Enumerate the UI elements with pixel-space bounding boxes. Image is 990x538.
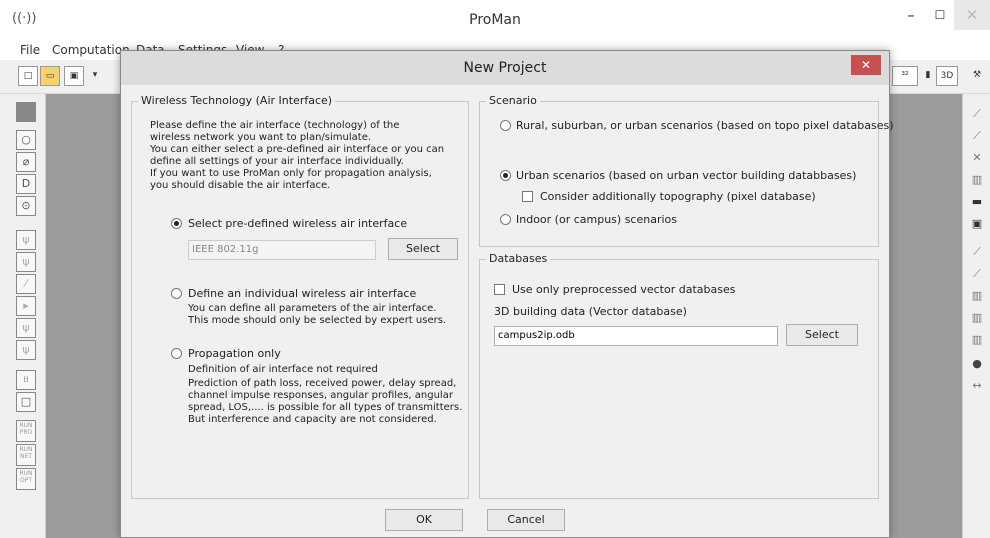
scenario-title: Scenario: [486, 94, 540, 107]
air-interface-field[interactable]: IEEE 802.11g: [188, 240, 376, 260]
building-data-label: 3D building data (Vector database): [494, 305, 687, 318]
menu-file[interactable]: File: [20, 43, 40, 57]
transmitter-delete-icon[interactable]: ψ: [16, 318, 36, 338]
wrench-icon[interactable]: ⚒: [968, 66, 986, 86]
dialog-close-button[interactable]: ✕: [851, 55, 881, 75]
intro-line-1: Please define the air interface (technol…: [150, 120, 400, 131]
select-tool-icon[interactable]: [16, 102, 36, 122]
bars-icon[interactable]: ▥: [967, 330, 987, 350]
propagation-desc-2: Prediction of path loss, received power,…: [188, 378, 457, 389]
transmitter-group-icon[interactable]: ψ: [16, 340, 36, 360]
propagation-radio[interactable]: [171, 348, 182, 359]
import-icon[interactable]: ▣: [64, 66, 84, 86]
menu-computation[interactable]: Computation: [52, 43, 130, 57]
preprocessed-label: Use only preprocessed vector databases: [512, 283, 736, 296]
run-net-button[interactable]: RUN NET: [16, 444, 36, 466]
layers-icon[interactable]: ³²: [892, 66, 918, 86]
scatter-chart-icon[interactable]: ⟋: [967, 264, 987, 284]
cross-chart-icon[interactable]: ✕: [967, 148, 987, 168]
intro-line-4: define all settings of your air interfac…: [150, 156, 404, 167]
app-titlebar: ((·)) ProMan – ☐ ✕: [0, 0, 990, 40]
minimize-button[interactable]: –: [896, 0, 926, 30]
close-button[interactable]: ✕: [954, 0, 990, 30]
maximize-button[interactable]: ☐: [926, 0, 954, 30]
topography-checkbox[interactable]: [522, 191, 533, 202]
propagation-desc-4: spread, LOS,.... is possible for all typ…: [188, 402, 463, 413]
dialog-title: New Project: [463, 60, 547, 76]
bar-chart-icon[interactable]: ▥: [967, 170, 987, 190]
transmitter-edit-icon[interactable]: ⁄: [16, 274, 36, 294]
urban-label: Urban scenarios (based on urban vector b…: [516, 169, 857, 182]
propagation-label: Propagation only: [188, 347, 281, 360]
transmitter-move-icon[interactable]: ▸: [16, 296, 36, 316]
transmitter-add-icon[interactable]: ψ: [16, 252, 36, 272]
run-opt-button[interactable]: RUN OPT: [16, 468, 36, 490]
preprocessed-checkbox[interactable]: [494, 284, 505, 295]
topography-label: Consider additionally topography (pixel …: [540, 190, 816, 203]
intro-line-5: If you want to use ProMan only for propa…: [150, 168, 432, 179]
building-database-field[interactable]: campus2ip.odb: [494, 326, 778, 346]
databases-group: Databases Use only preprocessed vector d…: [479, 252, 879, 499]
run-pro-button[interactable]: RUN PRO: [16, 420, 36, 442]
predefined-label: Select pre-defined wireless air interfac…: [188, 217, 408, 230]
indoor-label: Indoor (or campus) scenarios: [516, 213, 677, 226]
grid-points-icon[interactable]: ⁞⁞: [16, 370, 36, 390]
ok-button[interactable]: OK: [385, 509, 463, 531]
dialog-titlebar: New Project ✕: [121, 51, 889, 85]
databases-title: Databases: [486, 252, 551, 265]
image-icon[interactable]: ▣: [967, 214, 987, 234]
rectangle-tool-icon[interactable]: □: [16, 392, 36, 412]
d-shape-icon[interactable]: D: [16, 174, 36, 194]
rural-label: Rural, suburban, or urban scenarios (bas…: [516, 119, 894, 132]
transmitter-icon[interactable]: ψ: [16, 230, 36, 250]
select-database-button[interactable]: Select: [786, 324, 858, 346]
cancel-button[interactable]: Cancel: [487, 509, 565, 531]
wireless-technology-title: Wireless Technology (Air Interface): [138, 94, 336, 107]
histogram-2-icon[interactable]: ▥: [967, 308, 987, 328]
rural-radio[interactable]: [500, 120, 511, 131]
propagation-desc-5: But interference and capacity are not co…: [188, 414, 437, 425]
propagation-desc-1: Definition of air interface not required: [188, 364, 378, 375]
intro-line-6: you should disable the air interface.: [150, 180, 331, 191]
dropdown-arrow-icon[interactable]: ▾: [88, 66, 102, 86]
slash-circle-icon[interactable]: ⌀: [16, 152, 36, 172]
predefined-radio[interactable]: [171, 218, 182, 229]
propagation-desc-3: channel impulse responses, angular profi…: [188, 390, 453, 401]
individual-desc-2: This mode should only be selected by exp…: [188, 315, 447, 326]
ruler-icon[interactable]: ↔: [967, 376, 987, 396]
individual-desc-1: You can define all parameters of the air…: [188, 303, 437, 314]
urban-radio[interactable]: [500, 170, 511, 181]
app-title: ProMan: [469, 12, 521, 28]
open-folder-icon[interactable]: ▭: [40, 66, 60, 86]
page-icon[interactable]: ▬: [967, 192, 987, 212]
view-3d-button[interactable]: 3D: [936, 66, 958, 86]
left-toolbar: ○ ⌀ D ⊙ ψ ψ ⁄ ▸ ψ ψ ⁞⁞ □ RUN PRO RUN NET R…: [0, 94, 46, 538]
target-icon[interactable]: ⊙: [16, 196, 36, 216]
right-toolbar: ⟋ ⟋ ✕ ▥ ▬ ▣ ⟋ ⟋ ▥ ▥ ▥ ● ↔: [962, 94, 990, 538]
individual-label: Define an individual wireless air interf…: [188, 287, 417, 300]
trend-chart-2-icon[interactable]: ⟋: [967, 126, 987, 146]
trend-chart-icon[interactable]: ⟋: [967, 104, 987, 124]
histogram-icon[interactable]: ▥: [967, 286, 987, 306]
intro-line-3: You can either select a pre-defined air …: [150, 144, 445, 155]
individual-radio[interactable]: [171, 288, 182, 299]
intro-line-2: wireless network you want to plan/simula…: [150, 132, 372, 143]
select-air-interface-button[interactable]: Select: [388, 238, 458, 260]
new-file-icon[interactable]: □: [18, 66, 38, 86]
dialog-body: Wireless Technology (Air Interface) Plea…: [121, 85, 894, 537]
balloon-icon[interactable]: ●: [967, 354, 987, 374]
circle-tool-icon[interactable]: ○: [16, 130, 36, 150]
view-2d-icon[interactable]: ▮: [920, 66, 936, 86]
new-project-dialog: New Project ✕ Wireless Technology (Air I…: [120, 50, 894, 538]
scenario-group: Scenario Rural, suburban, or urban scena…: [479, 94, 894, 247]
wireless-technology-group: Wireless Technology (Air Interface) Plea…: [131, 94, 469, 499]
indoor-radio[interactable]: [500, 214, 511, 225]
line-chart-icon[interactable]: ⟋: [967, 242, 987, 262]
